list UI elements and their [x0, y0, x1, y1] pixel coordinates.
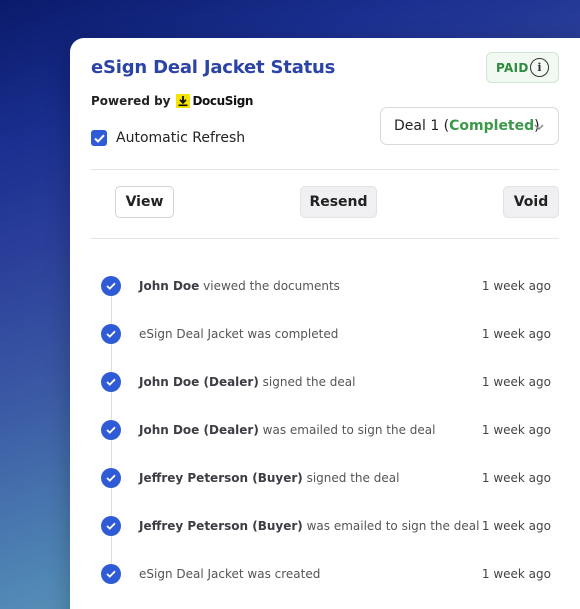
page-title: eSign Deal Jacket Status — [91, 57, 336, 78]
timeline-action: viewed the documents — [199, 279, 340, 293]
timeline-item-text: John Doe (Dealer) was emailed to sign th… — [139, 423, 435, 437]
check-circle-icon — [101, 372, 121, 392]
docusign-download-icon — [175, 94, 190, 108]
timeline-item: John Doe (Dealer) was emailed to sign th… — [101, 420, 561, 440]
timeline-actor: John Doe — [139, 279, 200, 293]
auto-refresh-label: Automatic Refresh — [116, 130, 246, 146]
divider — [91, 238, 559, 239]
timeline-time: 1 week ago — [481, 471, 551, 485]
check-circle-icon — [101, 276, 121, 296]
timeline-time: 1 week ago — [481, 423, 551, 437]
auto-refresh-toggle[interactable]: Automatic Refresh — [91, 130, 245, 146]
check-circle-icon — [101, 324, 121, 344]
divider — [91, 169, 559, 170]
check-circle-icon — [101, 516, 121, 536]
timeline-action: was emailed to sign the deal — [258, 423, 436, 437]
timeline-item: Jeffrey Peterson (Buyer) signed the deal… — [101, 468, 561, 488]
timeline-item-text: John Doe (Dealer) signed the deal — [139, 375, 355, 389]
deal-select-prefix: Deal 1 ( — [394, 118, 450, 134]
timeline-item: Jeffrey Peterson (Buyer) was emailed to … — [101, 516, 561, 536]
timeline-time: 1 week ago — [481, 567, 551, 581]
timeline-item: John Doe (Dealer) signed the deal 1 week… — [101, 372, 561, 392]
docusign-logo: DocuSign — [175, 94, 254, 108]
timeline-item-text: John Doe viewed the documents — [139, 279, 340, 293]
timeline-action: eSign Deal Jacket was completed — [139, 327, 339, 341]
paid-badge: PAID i — [486, 52, 559, 83]
timeline-action: eSign Deal Jacket was created — [139, 567, 321, 581]
timeline-time: 1 week ago — [481, 519, 551, 533]
docusign-wordmark: DocuSign — [192, 94, 254, 108]
deal-status-text: Completed — [449, 118, 535, 134]
timeline-item-text: Jeffrey Peterson (Buyer) was emailed to … — [139, 519, 479, 533]
resend-button[interactable]: Resend — [300, 186, 377, 218]
timeline-actor: Jeffrey Peterson (Buyer) — [139, 519, 303, 533]
timeline-item: eSign Deal Jacket was completed 1 week a… — [101, 324, 561, 344]
timeline-actor: Jeffrey Peterson (Buyer) — [139, 471, 303, 485]
timeline-item-text: eSign Deal Jacket was completed — [139, 327, 338, 341]
timeline-time: 1 week ago — [481, 327, 551, 341]
auto-refresh-checkbox[interactable] — [91, 130, 107, 146]
info-icon[interactable]: i — [530, 58, 549, 77]
deal-select[interactable]: Deal 1 (Completed) — [380, 107, 559, 145]
timeline-time: 1 week ago — [481, 375, 551, 389]
chevron-down-icon — [534, 124, 544, 131]
timeline-time: 1 week ago — [481, 279, 551, 293]
timeline-action: signed the deal — [258, 375, 356, 389]
timeline-actor: John Doe (Dealer) — [139, 423, 259, 437]
status-badge-label: PAID — [496, 60, 529, 75]
check-circle-icon — [101, 468, 121, 488]
deal-jacket-card: eSign Deal Jacket Status PAID i Powered … — [70, 38, 580, 609]
timeline-item: John Doe viewed the documents 1 week ago — [101, 276, 561, 296]
powered-by: Powered by DocuSign — [91, 94, 253, 108]
check-circle-icon — [101, 564, 121, 584]
timeline-action: signed the deal — [302, 471, 400, 485]
timeline-action: was emailed to sign the deal — [302, 519, 480, 533]
powered-by-label: Powered by — [91, 94, 171, 108]
timeline-actor: John Doe (Dealer) — [139, 375, 259, 389]
timeline-item-text: Jeffrey Peterson (Buyer) signed the deal — [139, 471, 399, 485]
check-circle-icon — [101, 420, 121, 440]
timeline-item: eSign Deal Jacket was created 1 week ago — [101, 564, 561, 584]
check-icon — [93, 134, 105, 143]
view-button[interactable]: View — [115, 186, 174, 218]
timeline-item-text: eSign Deal Jacket was created — [139, 567, 320, 581]
void-button[interactable]: Void — [503, 186, 559, 218]
